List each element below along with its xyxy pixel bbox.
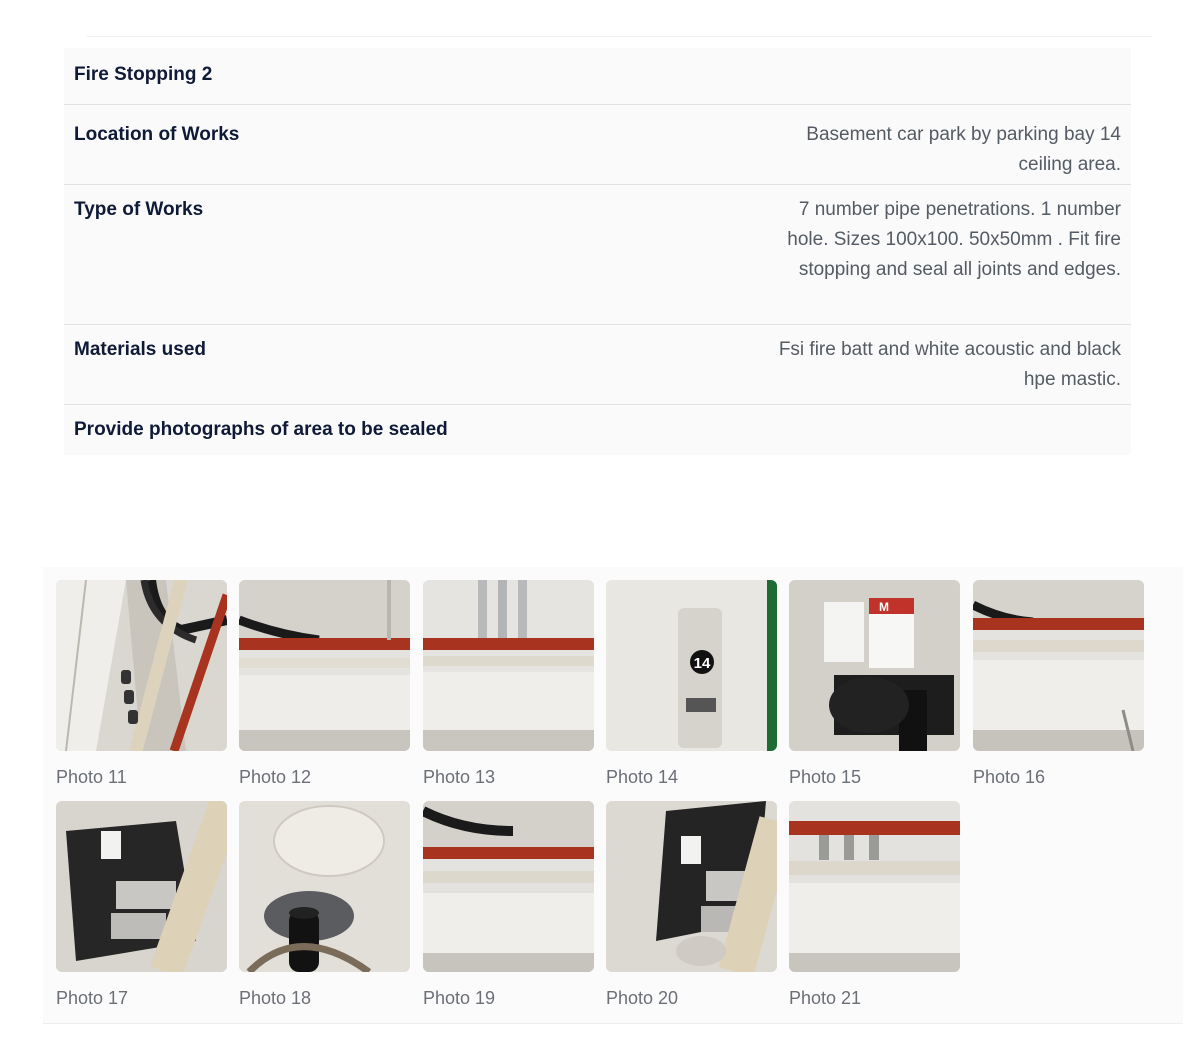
photo-caption: Photo 19 [423, 988, 496, 1008]
photo-tile[interactable]: Photo 12 [239, 580, 410, 790]
photo-thumbnail[interactable]: M [789, 580, 960, 751]
fire-stopping-card: Fire Stopping 2 Location of Works Baseme… [64, 48, 1131, 455]
photo-caption: Photo 14 [606, 767, 679, 787]
bay-number-sign: 14 [694, 655, 711, 672]
photo-tile[interactable]: Photo 16 [973, 580, 1144, 790]
label-logo: M [879, 600, 889, 614]
materials-label: Materials used [74, 339, 206, 360]
photo-tile[interactable]: Photo 18 [239, 801, 410, 1011]
photographs-label: Provide photographs of area to be sealed [74, 419, 448, 440]
location-value: Basement car park by parking bay 14 ceil… [806, 124, 1121, 175]
photographs-row: Provide photographs of area to be sealed [64, 405, 1131, 455]
photo-caption: Photo 17 [56, 988, 129, 1008]
photo-caption: Photo 20 [606, 988, 679, 1008]
photo-tile[interactable]: 14 Photo 14 [606, 580, 777, 790]
photo-tile[interactable]: M Photo 15 [789, 580, 960, 790]
photo-caption: Photo 21 [789, 988, 862, 1008]
photo-thumbnail[interactable] [239, 580, 410, 751]
photo-thumbnail[interactable] [56, 580, 227, 751]
photo-thumbnail[interactable] [973, 580, 1144, 751]
materials-row: Materials used Fsi fire batt and white a… [64, 325, 1131, 405]
photo-tile[interactable]: Photo 17 [56, 801, 227, 1011]
section-title: Fire Stopping 2 [74, 64, 213, 85]
top-divider [86, 36, 1152, 37]
materials-value: Fsi fire batt and white acoustic and bla… [778, 339, 1121, 390]
photo-tile[interactable]: Photo 21 [789, 801, 960, 1011]
photo-tile[interactable]: Photo 20 [606, 801, 777, 1011]
location-label: Location of Works [74, 124, 240, 145]
photo-caption: Photo 12 [239, 767, 312, 787]
photo-gallery: Photo 11 Photo 12 Photo 13 14 Photo 14 M… [43, 567, 1183, 1024]
photo-thumbnail[interactable] [56, 801, 227, 972]
photo-thumbnail[interactable] [789, 801, 960, 972]
photo-thumbnail[interactable] [606, 801, 777, 972]
photo-caption: Photo 16 [973, 767, 1046, 787]
type-value: 7 number pipe penetrations. 1 number hol… [787, 199, 1121, 280]
photo-thumbnail[interactable] [423, 801, 594, 972]
photo-thumbnail[interactable] [423, 580, 594, 751]
photo-caption: Photo 13 [423, 767, 496, 787]
photo-tile[interactable]: Photo 19 [423, 801, 594, 1011]
photo-thumbnail[interactable]: 14 [606, 580, 777, 751]
photo-tile[interactable]: Photo 11 [56, 580, 227, 790]
photo-caption: Photo 11 [56, 767, 127, 787]
photo-tile[interactable]: Photo 13 [423, 580, 594, 790]
photo-caption: Photo 15 [789, 767, 862, 787]
section-title-row: Fire Stopping 2 [64, 48, 1131, 105]
photo-thumbnail[interactable] [239, 801, 410, 972]
photo-caption: Photo 18 [239, 988, 312, 1008]
location-row: Location of Works Basement car park by p… [64, 105, 1131, 185]
type-label: Type of Works [74, 199, 204, 220]
type-row: Type of Works 7 number pipe penetrations… [64, 185, 1131, 325]
